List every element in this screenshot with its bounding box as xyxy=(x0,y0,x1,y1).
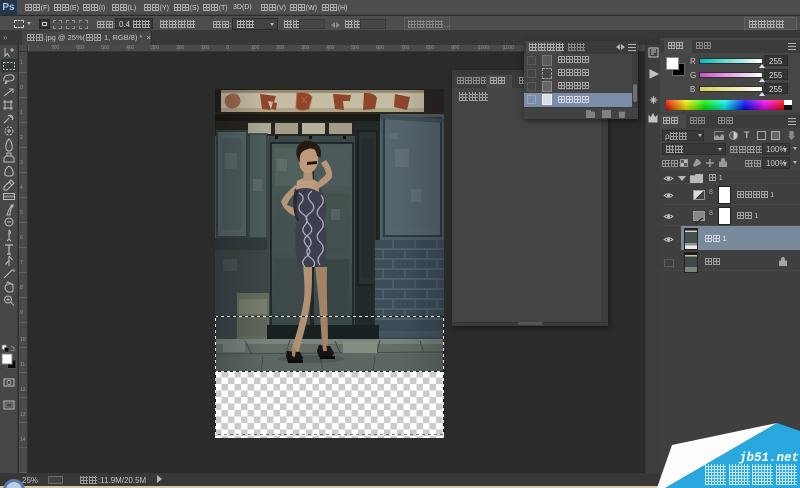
svg-text:jb51.net: jb51.net xyxy=(738,451,799,465)
